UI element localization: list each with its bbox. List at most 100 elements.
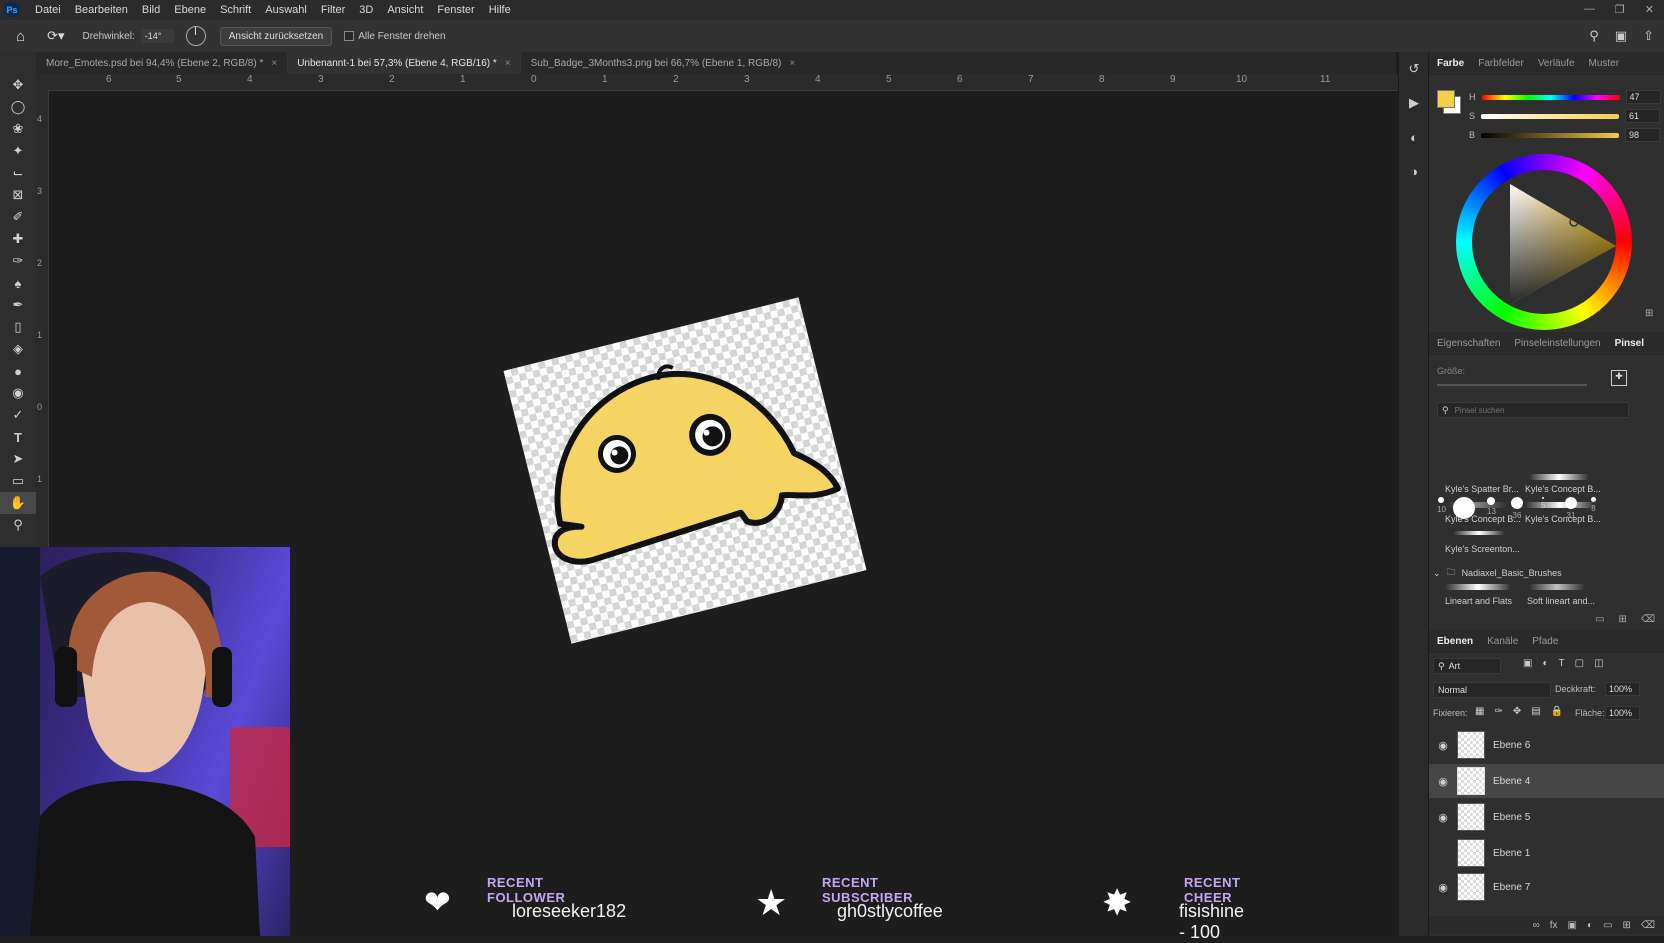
trash-icon[interactable]: ⌫	[1641, 920, 1655, 931]
lock-all-icon[interactable]: 🔒	[1551, 706, 1563, 717]
reset-view-button[interactable]: Ansicht zurücksetzen	[219, 26, 333, 46]
new-brush-icon[interactable]: ✚	[1611, 370, 1627, 386]
expand-icon[interactable]: ⊞	[1645, 308, 1653, 319]
layer-row[interactable]: ◉ Ebene 7	[1429, 872, 1664, 902]
new-layer-icon[interactable]: ⊞	[1622, 920, 1630, 931]
layer-row[interactable]: ◉ Ebene 6	[1429, 728, 1664, 762]
adjustment-filter-icon[interactable]: ◐	[1542, 658, 1548, 669]
brush-item[interactable]: Soft lineart and...	[1527, 596, 1595, 606]
hue-track[interactable]	[1481, 94, 1620, 100]
brush-item[interactable]: Kyle's Spatter Br...	[1445, 484, 1519, 494]
brush-tool-icon[interactable]: ✑	[0, 250, 36, 272]
fill-input[interactable]: 100%	[1605, 706, 1640, 720]
eye-icon[interactable]: ◉	[1429, 881, 1457, 894]
restore-icon[interactable]: ❐	[1615, 3, 1625, 16]
brush-item[interactable]: Kyle's Concept B...	[1525, 484, 1601, 494]
layer-row[interactable]: ◉ Ebene 5	[1429, 800, 1664, 834]
menu-item-filter[interactable]: Filter	[314, 4, 352, 16]
menu-item-schrift[interactable]: Schrift	[213, 4, 258, 16]
tab-pinseleinstellungen[interactable]: Pinseleinstellungen	[1514, 338, 1600, 349]
adjustment-layer-icon[interactable]: ◐	[1587, 920, 1593, 931]
pen-tool-icon[interactable]: ✓	[0, 404, 36, 426]
fx-icon[interactable]: fx	[1550, 920, 1558, 931]
image-filter-icon[interactable]: ▣	[1523, 658, 1532, 669]
eye-icon[interactable]: ◉	[1429, 739, 1457, 752]
tab-pinsel[interactable]: Pinsel	[1615, 338, 1644, 349]
rectangle-tool-icon[interactable]: ▭	[0, 470, 36, 492]
menu-item-fenster[interactable]: Fenster	[430, 4, 481, 16]
link-icon[interactable]: ∞	[1533, 920, 1540, 931]
brush-item[interactable]: Kyle's Concept B...	[1445, 514, 1521, 524]
search-icon[interactable]: ⚲	[1589, 28, 1599, 44]
eye-icon[interactable]: ◉	[1429, 811, 1457, 824]
tab-more-emotes[interactable]: More_Emotes.psd bei 94,4% (Ebene 2, RGB/…	[36, 52, 287, 74]
home-icon[interactable]: ⌂	[16, 28, 25, 45]
history-icon[interactable]: ↺	[1399, 52, 1429, 86]
new-icon[interactable]: ⊞	[1618, 614, 1626, 628]
lasso-tool-icon[interactable]: ❀	[0, 118, 36, 140]
color-wheel[interactable]	[1456, 154, 1632, 330]
zoom-tool-icon[interactable]: ⚲	[0, 514, 36, 536]
brush-item[interactable]: Lineart and Flats	[1445, 596, 1512, 606]
menu-item-bild[interactable]: Bild	[135, 4, 167, 16]
rotate-view-tool-icon[interactable]: ⟳▾	[47, 28, 64, 44]
brush-item[interactable]: Kyle's Concept B...	[1525, 514, 1601, 524]
saturation-value[interactable]: 61	[1625, 109, 1661, 123]
foreground-color-swatch[interactable]	[1437, 90, 1455, 108]
paint-bucket-tool-icon[interactable]: ◈	[0, 338, 36, 360]
eye-hidden-icon[interactable]: ◉	[1429, 847, 1457, 860]
dodge-tool-icon[interactable]: ◉	[0, 382, 36, 404]
brush-item[interactable]: Kyle's Screenton...	[1445, 544, 1520, 554]
type-tool-icon[interactable]: T	[0, 426, 36, 448]
rotate-dial-icon[interactable]	[185, 26, 206, 46]
opacity-input[interactable]: 100%	[1605, 682, 1640, 696]
menu-item-datei[interactable]: Datei	[28, 4, 68, 16]
menu-item-bearbeiten[interactable]: Bearbeiten	[68, 4, 135, 16]
hue-value[interactable]: 47	[1625, 90, 1661, 104]
minimize-icon[interactable]: —	[1584, 3, 1595, 16]
folder-icon[interactable]: ▭	[1595, 614, 1604, 628]
trash-icon[interactable]: ⌫	[1641, 614, 1655, 628]
brightness-value[interactable]: 98	[1625, 128, 1661, 142]
crop-tool-icon[interactable]: ⌙	[0, 162, 36, 184]
share-icon[interactable]: ⇧	[1643, 28, 1654, 44]
brush-group[interactable]: ⌄ 🗀 Nadiaxel_Basic_Brushes	[1433, 565, 1562, 581]
lock-position-icon[interactable]: ✥	[1513, 706, 1521, 717]
layer-filter-select[interactable]: ⚲ Art	[1433, 658, 1501, 674]
close-icon[interactable]: ×	[271, 58, 277, 69]
tab-ebenen[interactable]: Ebenen	[1437, 636, 1473, 647]
rotate-all-windows-checkbox[interactable]: Alle Fenster drehen	[344, 31, 446, 42]
marquee-tool-icon[interactable]: ◯	[0, 96, 36, 118]
lock-transparency-icon[interactable]: ▦	[1475, 706, 1484, 717]
shape-filter-icon[interactable]: ▢	[1575, 658, 1584, 669]
tab-eigenschaften[interactable]: Eigenschaften	[1437, 338, 1500, 349]
rotate-angle-input[interactable]: -14°	[140, 29, 174, 43]
tab-unbenannt[interactable]: Unbenannt-1 bei 57,3% (Ebene 4, RGB/16) …	[287, 52, 521, 74]
tab-pfade[interactable]: Pfade	[1532, 636, 1558, 647]
healing-brush-tool-icon[interactable]: ✚	[0, 228, 36, 250]
brightness-slider[interactable]: B 98 %	[1469, 128, 1664, 142]
color-triangle[interactable]	[1456, 154, 1632, 330]
blend-mode-select[interactable]: Normal	[1433, 682, 1551, 698]
rotate-view-tool-icon-side[interactable]: ✋	[0, 492, 36, 514]
magic-wand-tool-icon[interactable]: ✦	[0, 140, 36, 162]
blur-tool-icon[interactable]: ●	[0, 360, 36, 382]
close-icon[interactable]: ×	[505, 58, 511, 69]
brush-preset[interactable]: 10	[1437, 497, 1446, 514]
tab-farbe[interactable]: Farbe	[1437, 58, 1464, 69]
workspace-icon[interactable]: ▣	[1615, 28, 1627, 44]
menu-item-ansicht[interactable]: Ansicht	[380, 4, 430, 16]
chevron-down-icon[interactable]: ⌄	[1433, 568, 1441, 579]
lock-artboard-icon[interactable]: ▤	[1531, 706, 1540, 717]
eyedropper-tool-icon[interactable]: ✐	[0, 206, 36, 228]
play-actions-icon[interactable]: ▶	[1399, 86, 1429, 120]
brush-search-field[interactable]: ⚲	[1437, 402, 1629, 418]
tab-verlaeufe[interactable]: Verläufe	[1538, 58, 1575, 69]
eraser-tool-icon[interactable]: ▯	[0, 316, 36, 338]
layer-row[interactable]: ◉ Ebene 1	[1429, 836, 1664, 870]
brush-search-input[interactable]	[1452, 404, 1607, 416]
mask-icon[interactable]: ▣	[1568, 920, 1577, 931]
tab-kanaele[interactable]: Kanäle	[1487, 636, 1518, 647]
brush-size-slider[interactable]	[1437, 384, 1587, 386]
type-filter-icon[interactable]: T	[1559, 658, 1565, 669]
